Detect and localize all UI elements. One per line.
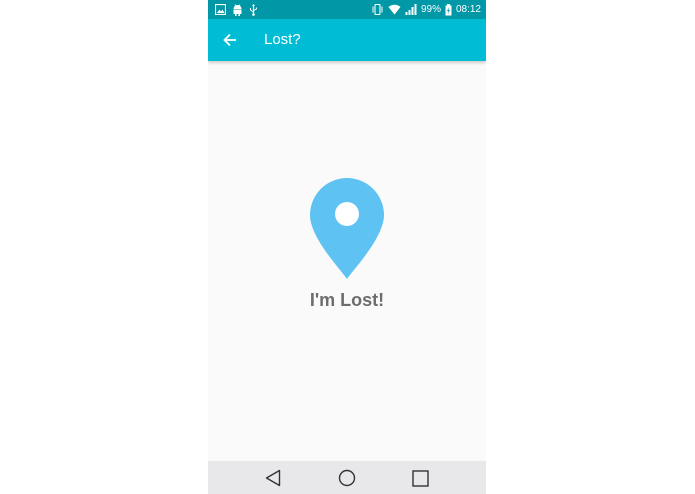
arrow-back-icon: [223, 33, 236, 47]
nav-home-button[interactable]: [336, 467, 358, 489]
status-time: 08:12: [455, 4, 481, 15]
recents-square-icon: [411, 469, 429, 487]
signal-icon: [405, 4, 417, 15]
wifi-icon: [388, 4, 401, 15]
screen: 99% 08:12 Lost? I'm Lost!: [0, 0, 695, 494]
status-notifications: [215, 3, 258, 16]
nav-recents-button[interactable]: [409, 467, 431, 489]
vibrate-icon: [372, 4, 383, 15]
home-circle-icon: [338, 469, 356, 487]
battery-charging-icon: [445, 3, 452, 15]
nav-back-button[interactable]: [262, 467, 284, 489]
usb-icon: [250, 3, 257, 16]
back-triangle-icon: [265, 469, 281, 487]
back-button[interactable]: [218, 28, 242, 52]
navigation-bar: [208, 461, 486, 494]
battery-percent: 99%: [420, 4, 441, 15]
status-system: 99% 08:12: [371, 2, 481, 17]
location-pin-icon[interactable]: [308, 176, 386, 279]
image-icon: [215, 4, 226, 15]
android-icon: [233, 3, 242, 16]
status-bar: 99% 08:12: [208, 0, 486, 19]
app-bar: Lost?: [208, 19, 486, 61]
phone-screen: 99% 08:12 Lost? I'm Lost!: [208, 0, 486, 494]
page-title: Lost?: [264, 31, 301, 48]
lost-label: I'm Lost!: [309, 290, 385, 310]
main-content: I'm Lost!: [208, 61, 486, 461]
